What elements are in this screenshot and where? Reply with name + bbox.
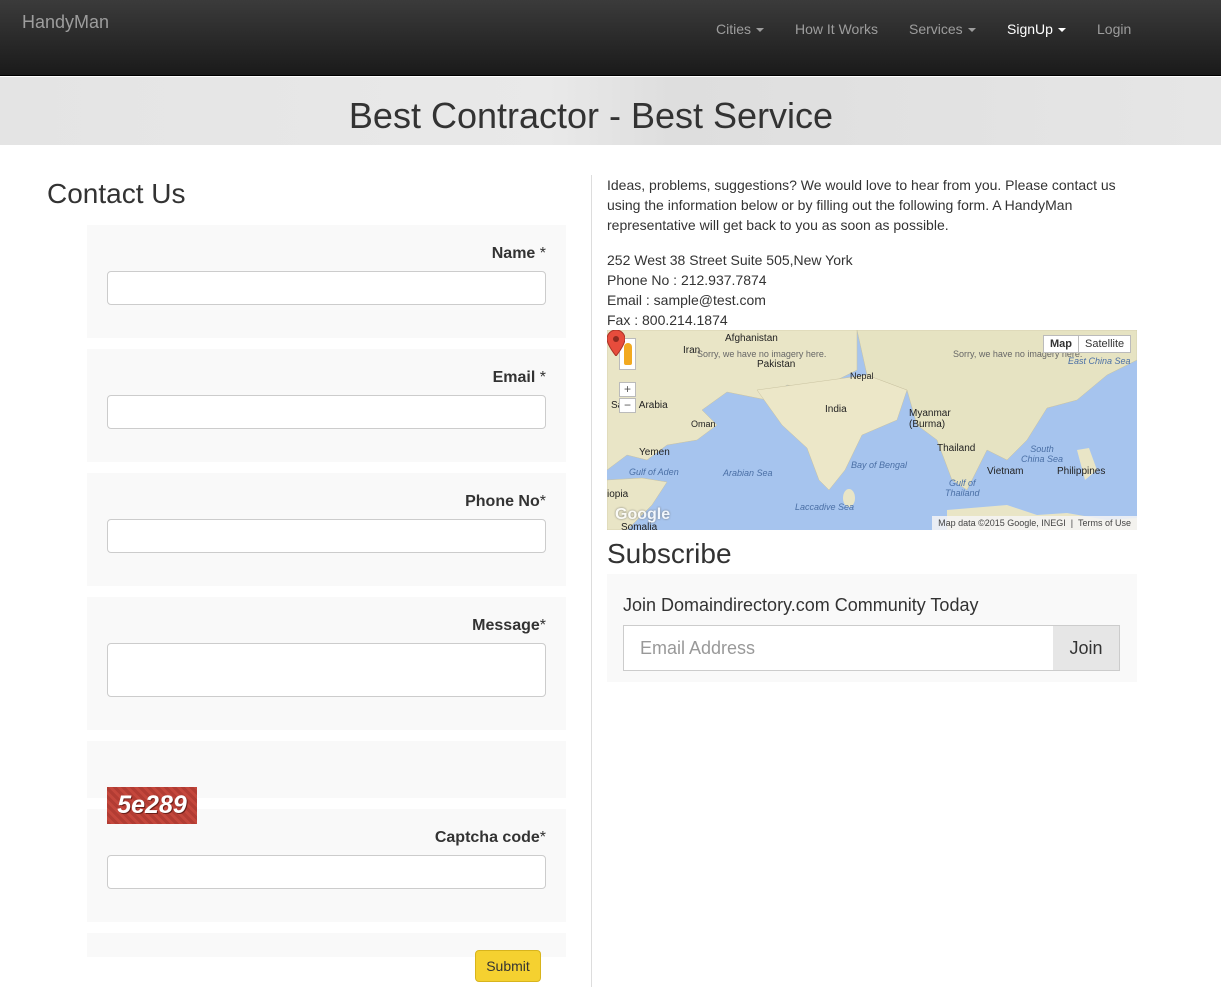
map-label: Philippines <box>1057 466 1106 477</box>
captcha-input[interactable] <box>107 855 546 889</box>
map-attribution-text: Map data ©2015 Google, INEGI <box>938 518 1066 528</box>
contact-title: Contact Us <box>47 178 186 209</box>
caret-down-icon <box>967 28 976 33</box>
phone-form-group: Phone No* <box>87 473 566 586</box>
nav-services[interactable]: Services <box>909 21 976 37</box>
map-attribution: Map data ©2015 Google, INEGI | Terms of … <box>932 516 1137 530</box>
message-label: Message* <box>472 617 546 634</box>
map-label: iopia <box>607 489 629 500</box>
zoom-out-button[interactable]: − <box>619 398 636 413</box>
address-text: 252 West 38 Street Suite 505,New York <box>607 252 853 268</box>
contact-intro: Ideas, problems, suggestions? We would l… <box>607 177 1116 233</box>
nav-how-it-works-label: How It Works <box>795 21 878 37</box>
zoom-in-button[interactable]: + <box>619 382 636 397</box>
map-label: Pakistan <box>757 359 796 370</box>
map-label: Bay of Bengal <box>851 460 908 470</box>
nav-cities-label: Cities <box>716 21 752 37</box>
nav-services-label: Services <box>909 21 963 37</box>
map-widget[interactable]: Afghanistan Iran Pakistan Nepal Saudi Ar… <box>607 330 1137 530</box>
name-label: Name * <box>491 245 546 262</box>
map-label: Myanmar (Burma) <box>909 408 951 430</box>
banner-title: Best Contractor - Best Service <box>348 95 834 136</box>
nav-how-it-works[interactable]: How It Works <box>795 21 878 37</box>
map-label: Afghanistan <box>725 333 778 344</box>
nav-cities[interactable]: Cities <box>716 21 765 37</box>
map-pin-icon[interactable] <box>607 330 625 356</box>
map-no-imagery-note: Sorry, we have no imagery here. <box>697 349 827 359</box>
email-label: Email * <box>492 369 546 386</box>
map-label: South China Sea <box>1021 444 1064 464</box>
map-label: Thailand <box>937 443 976 454</box>
contact-address-block: 252 West 38 Street Suite 505,New York Ph… <box>607 250 853 330</box>
join-button[interactable]: Join <box>1053 625 1120 671</box>
brand-link[interactable]: HandyMan <box>22 12 109 33</box>
map-label: Arabian Sea <box>723 468 773 478</box>
subscribe-title: Subscribe <box>607 538 732 569</box>
nav-signup[interactable]: SignUp <box>1007 21 1066 37</box>
map-label: Laccadive Sea <box>795 502 855 512</box>
phone-label: Phone No* <box>465 493 546 510</box>
subscribe-email-input[interactable] <box>623 625 1054 671</box>
map-terrain <box>607 330 1137 530</box>
fax-text: Fax : 800.214.1874 <box>607 312 728 328</box>
map-label: India <box>825 404 847 415</box>
message-form-group: Message* <box>87 597 566 730</box>
map-label: Nepal <box>850 371 874 381</box>
column-divider <box>591 175 592 987</box>
map-label: Yemen <box>639 447 670 458</box>
google-logo: Google <box>615 506 671 523</box>
terms-of-use-link[interactable]: Terms of Use <box>1078 518 1131 528</box>
name-form-group: Name * <box>87 225 566 338</box>
map-label: Gulf of Aden <box>629 467 679 477</box>
email-text: Email : sample@test.com <box>607 292 766 308</box>
email-form-group: Email * <box>87 349 566 462</box>
nav-signup-label: SignUp <box>1007 21 1053 37</box>
nav-login-label: Login <box>1097 21 1132 37</box>
submit-button[interactable]: Submit <box>475 950 541 982</box>
caret-down-icon <box>756 28 765 33</box>
subscribe-text: Join Domaindirectory.com Community Today <box>623 595 979 615</box>
phone-text: Phone No : 212.937.7874 <box>607 272 767 288</box>
map-type-map-button[interactable]: Map <box>1043 335 1079 353</box>
map-label: Vietnam <box>987 466 1024 477</box>
subscribe-box: Join Domaindirectory.com Community Today… <box>607 574 1137 682</box>
email-input[interactable] <box>107 395 546 429</box>
captcha-label: Captcha code* <box>434 829 546 846</box>
map-label: Gulf of Thailand <box>945 478 980 498</box>
nav-login[interactable]: Login <box>1097 21 1131 37</box>
name-input[interactable] <box>107 271 546 305</box>
map-type-satellite-button[interactable]: Satellite <box>1078 335 1132 353</box>
captcha-image: 5e289 <box>107 787 197 824</box>
captcha-form-group: Captcha code* <box>87 809 566 922</box>
message-textarea[interactable] <box>107 643 546 697</box>
navbar: HandyMan Cities How It Works Services Si… <box>0 0 1221 76</box>
hero-banner: Best Contractor - Best Service <box>0 77 1221 145</box>
phone-input[interactable] <box>107 519 546 553</box>
map-label: Oman <box>691 419 716 429</box>
caret-down-icon <box>1057 28 1066 33</box>
